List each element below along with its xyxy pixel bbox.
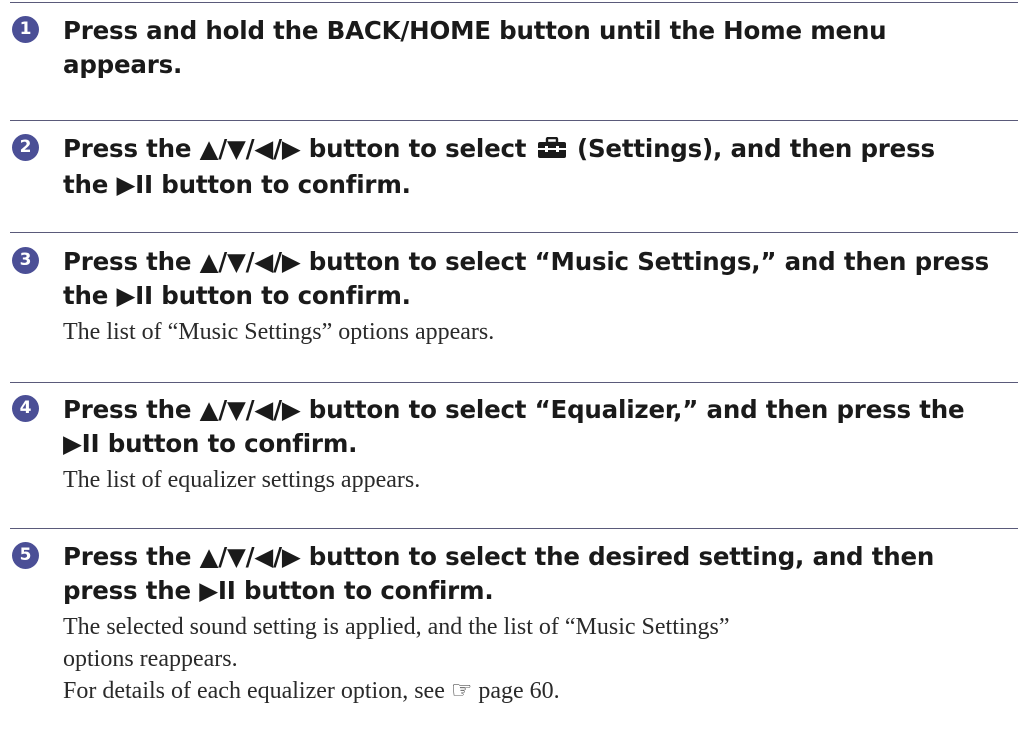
divider-4-5 — [10, 528, 1018, 529]
step-number-badge: 2 — [12, 134, 39, 161]
step-3: 3 Press the ▲/▼/◀/▶ button to select “Mu… — [12, 245, 1002, 348]
step-number-badge: 3 — [12, 247, 39, 274]
step-5: 5 Press the ▲/▼/◀/▶ button to select the… — [12, 540, 1002, 707]
top-divider — [10, 2, 1018, 3]
step-heading-line: Press the ▲/▼/◀/▶ button to select “Musi… — [63, 247, 989, 276]
step-heading-line: Press the ▲/▼/◀/▶ button to select the d… — [63, 542, 935, 571]
step-body: The list of “Music Settings” options app… — [63, 316, 1002, 348]
heading-text-pre: Press the ▲/▼/◀/▶ button to select — [63, 134, 535, 163]
step-heading-line: ▶II button to confirm. — [63, 429, 358, 458]
step-heading: Press the ▲/▼/◀/▶ button to select the d… — [63, 540, 1002, 608]
step-heading-line: Press the ▲/▼/◀/▶ button to select “Equa… — [63, 395, 965, 424]
step-4: 4 Press the ▲/▼/◀/▶ button to select “Eq… — [12, 393, 1002, 496]
step-heading-line: appears. — [63, 50, 183, 79]
step-body-line: The list of equalizer settings appears. — [63, 467, 421, 493]
divider-1-2 — [10, 120, 1018, 121]
step-body-line: The selected sound setting is applied, a… — [63, 614, 730, 640]
divider-2-3 — [10, 232, 1018, 233]
settings-toolbox-icon — [537, 134, 567, 168]
step-heading-line: the ▶II button to confirm. — [63, 170, 411, 199]
step-2: 2 Press the ▲/▼/◀/▶ button to select (Se… — [12, 132, 1002, 202]
step-body-line-with-page-link[interactable]: For details of each equalizer option, se… — [63, 675, 1002, 707]
step-heading-line: the ▶II button to confirm. — [63, 281, 411, 310]
step-heading: Press and hold the BACK/HOME button unti… — [63, 14, 1002, 82]
step-heading-line: press the ▶II button to confirm. — [63, 576, 494, 605]
step-heading: Press the ▲/▼/◀/▶ button to select “Equa… — [63, 393, 1002, 461]
step-heading: Press the ▲/▼/◀/▶ button to select “Musi… — [63, 245, 1002, 313]
step-body-line: options reappears. — [63, 646, 238, 672]
step-number-badge: 5 — [12, 542, 39, 569]
step-number-badge: 1 — [12, 16, 39, 43]
step-body: The selected sound setting is applied, a… — [63, 611, 1002, 707]
step-body-line: The list of “Music Settings” options app… — [63, 319, 495, 345]
divider-3-4 — [10, 382, 1018, 383]
step-heading-line: Press and hold the BACK/HOME button unti… — [63, 16, 887, 45]
step-heading: Press the ▲/▼/◀/▶ button to select (Sett… — [63, 132, 1002, 202]
step-heading-line: Press the ▲/▼/◀/▶ button to select (Sett… — [63, 132, 1002, 168]
step-body: The list of equalizer settings appears. — [63, 464, 1002, 496]
heading-text-post: (Settings), and then press — [568, 134, 935, 163]
step-1: 1 Press and hold the BACK/HOME button un… — [12, 14, 1002, 82]
step-number-badge: 4 — [12, 395, 39, 422]
